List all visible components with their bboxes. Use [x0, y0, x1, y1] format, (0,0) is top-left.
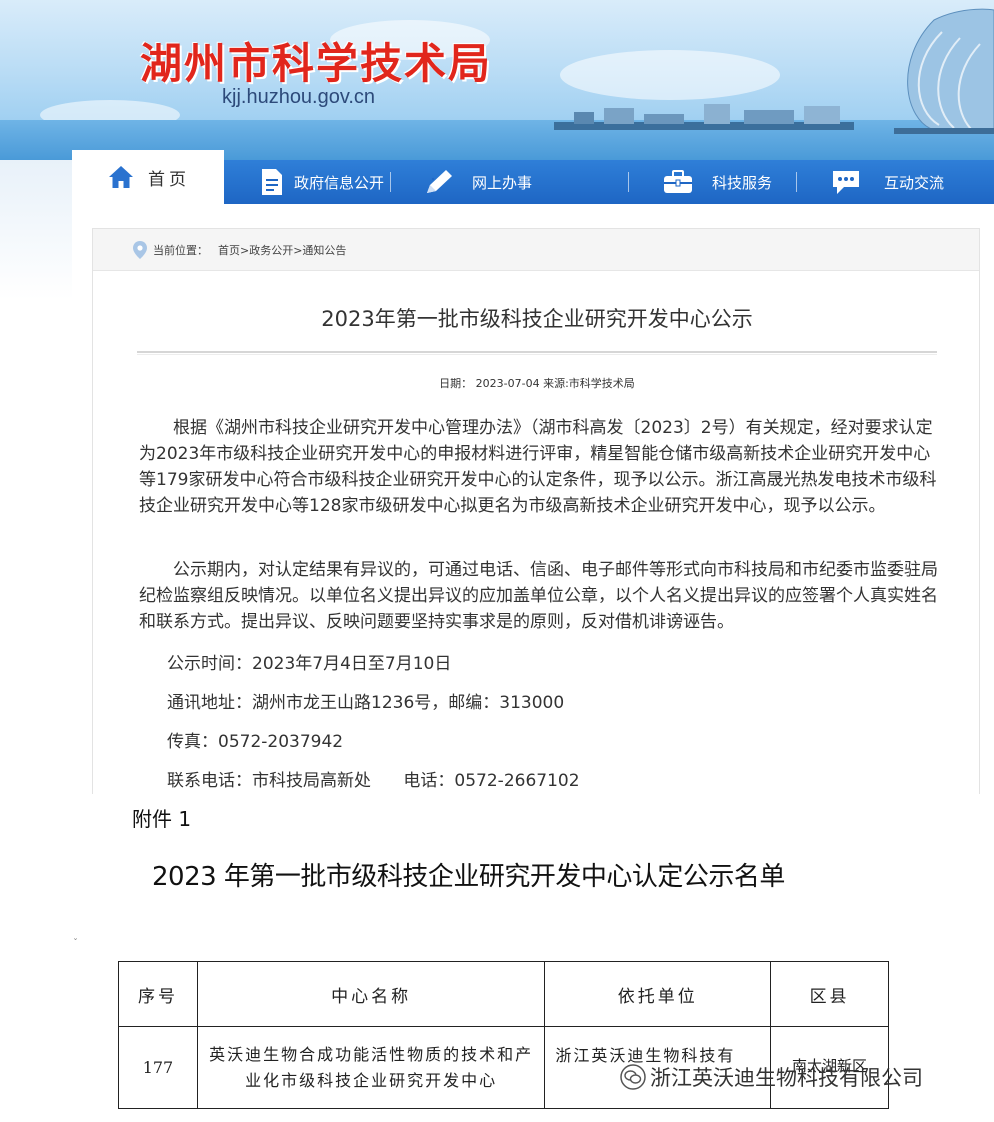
article-paragraph: 公示期内，对认定结果有异议的，可通过电话、信函、电子邮件等形式向市科技局和市纪委… [139, 560, 938, 632]
toolbox-icon [664, 170, 692, 193]
article-period: 公示时间：2023年7月4日至7月10日 [167, 654, 452, 674]
banner-skyline-image [554, 8, 994, 134]
table-header: 中心名称 [196, 961, 546, 1027]
nav-item-label: 网上办事 [472, 173, 533, 192]
chat-bubble-icon [833, 171, 859, 194]
nav-divider [390, 172, 391, 192]
nav-item-gov-info[interactable]: 政府信息公开 [260, 160, 384, 204]
breadcrumb-prefix: 当前位置： [153, 243, 208, 257]
title-divider [137, 351, 937, 355]
nav-home[interactable]: 首页 [72, 150, 224, 204]
nav-home-label: 首页 [148, 169, 190, 190]
main-nav: 首页 政府信息公开 网上办事 科技服务 互动交流 [72, 150, 994, 204]
attachment-label: 附件 1 [132, 807, 192, 831]
breadcrumb: 当前位置： 首页>政务公开>通知公告 [93, 229, 979, 271]
nav-item-interaction[interactable]: 互动交流 [830, 160, 944, 204]
stray-mark: ˇ [73, 938, 78, 949]
home-icon [109, 166, 133, 188]
article-meta: 日期： 2023-07-04 来源:市科学技术局 [439, 377, 635, 390]
nav-bar: 政府信息公开 网上办事 科技服务 互动交流 [224, 160, 994, 204]
pen-icon [427, 170, 452, 193]
left-background-band [0, 160, 72, 300]
nav-divider [796, 172, 797, 192]
article-address: 通讯地址：湖州市龙王山路1236号，邮编：313000 [167, 693, 565, 713]
article-fax: 传真：0572-2037942 [167, 732, 344, 752]
table-header: 依托单位 [544, 961, 772, 1027]
article-paragraph: 根据《湖州市科技企业研究开发中心管理办法》（湖市科高发〔2023〕2号）有关规定… [139, 418, 937, 516]
table-cell-center-name: 英沃迪生物合成功能活性物质的技术和产业化市级科技企业研究开发中心 [196, 1026, 546, 1109]
site-banner: 湖州市科学技术局 kjj.huzhou.gov.cn [0, 0, 994, 160]
nav-divider [628, 172, 629, 192]
site-url: kjj.huzhou.gov.cn [222, 86, 376, 108]
article-title: 2023年第一批市级科技企业研究开发中心公示 [321, 307, 753, 331]
nav-item-online-service[interactable]: 网上办事 [424, 160, 532, 204]
table-cell-index: 177 [118, 1026, 198, 1109]
breadcrumb-path[interactable]: 首页>政务公开>通知公告 [218, 242, 346, 258]
table-header: 区县 [770, 961, 889, 1027]
nav-item-label: 政府信息公开 [294, 173, 385, 192]
table-header-row: 序号 中心名称 依托单位 区县 [118, 961, 889, 1027]
wechat-watermark: 浙江英沃迪生物科技有限公司 [620, 1062, 923, 1092]
site-title: 湖州市科学技术局 [140, 39, 493, 88]
article-contact: 联系电话：市科技局高新处 电话：0572-2667102 [167, 771, 580, 791]
document-icon [262, 169, 282, 195]
wechat-icon [620, 1064, 646, 1090]
nav-item-tech-service[interactable]: 科技服务 [662, 160, 772, 204]
location-pin-icon [133, 241, 147, 259]
nav-item-label: 科技服务 [712, 173, 773, 192]
article-frame: 当前位置： 首页>政务公开>通知公告 2023年第一批市级科技企业研究开发中心公… [92, 228, 980, 794]
nav-item-label: 互动交流 [884, 173, 945, 192]
attachment-title: 2023 年第一批市级科技企业研究开发中心认定公示名单 [152, 862, 785, 892]
watermark-text: 浙江英沃迪生物科技有限公司 [650, 1066, 923, 1090]
table-header: 序号 [118, 961, 198, 1027]
